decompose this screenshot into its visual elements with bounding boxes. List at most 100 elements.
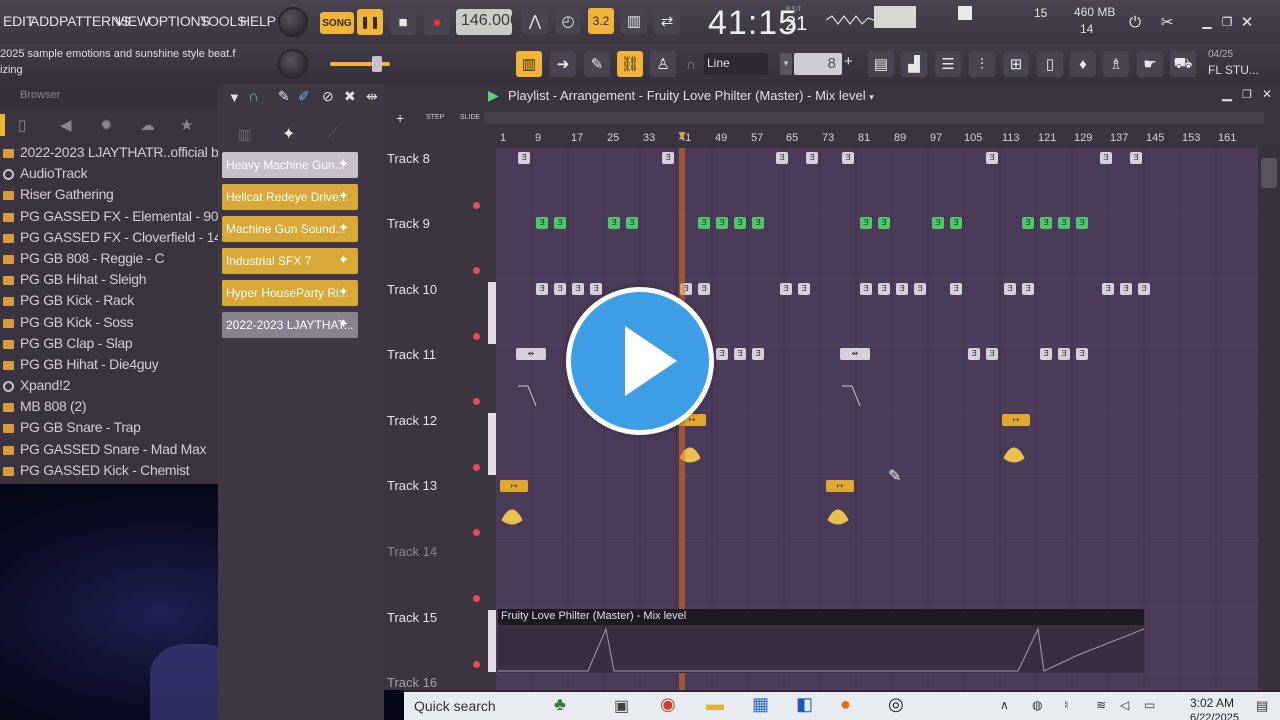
- plugin-button[interactable]: ♦: [1070, 51, 1096, 77]
- track-record-dot[interactable]: [473, 267, 480, 274]
- stop-button[interactable]: ■: [390, 9, 416, 35]
- master-volume-knob[interactable]: [278, 7, 308, 37]
- volume-icon[interactable]: ◁: [1120, 698, 1129, 712]
- track-selector[interactable]: [488, 610, 496, 672]
- timeline-ruler[interactable]: 1 9 17 25 33 41 49 57 65 73 81 89 97 105…: [384, 128, 1280, 148]
- browser-item[interactable]: PG GB Hihat - Die4guy: [0, 356, 218, 377]
- menu-view[interactable]: VIEW: [115, 13, 150, 29]
- browser-item[interactable]: PG GB Hihat - Sleigh: [0, 271, 218, 292]
- wifi-icon[interactable]: ≋: [1096, 698, 1106, 712]
- clock-time[interactable]: 3:02 AM: [1190, 696, 1234, 710]
- clock-date[interactable]: 6/22/2025: [1190, 712, 1239, 720]
- magnet-snap-icon[interactable]: ∩: [248, 88, 259, 105]
- browser-item[interactable]: PG GASSED Snare - Mad Max: [0, 441, 218, 462]
- tray-chevron-icon[interactable]: ∧: [1000, 698, 1009, 712]
- channel-rack-button[interactable]: ☰: [935, 51, 961, 77]
- song-mode-button[interactable]: SONG: [320, 12, 354, 34]
- app-icon[interactable]: ◎: [888, 694, 904, 715]
- outlook-icon[interactable]: ◧: [796, 694, 813, 715]
- menu-help[interactable]: HELP: [240, 13, 276, 29]
- playlist-minimize-icon[interactable]: ▁: [1222, 86, 1232, 102]
- browser-item[interactable]: PG GASSED FX - Cloverfield - 142 BPM: [0, 229, 218, 250]
- draw-button[interactable]: ✎: [584, 51, 610, 77]
- track-label[interactable]: Track 15: [387, 610, 437, 625]
- track-label[interactable]: Track 10: [387, 282, 437, 297]
- piano-tab-icon[interactable]: ▥: [238, 126, 251, 143]
- pencil-tool-icon[interactable]: ✎: [278, 88, 290, 105]
- track-record-dot[interactable]: [473, 595, 480, 602]
- automation-tab-icon[interactable]: ⟋: [328, 124, 338, 141]
- browser-item[interactable]: PG GB Kick - Soss: [0, 314, 218, 335]
- channel-item[interactable]: Machine Gun Sound... ✦: [222, 216, 358, 242]
- snap-select[interactable]: Line: [704, 53, 768, 75]
- wait-input-button[interactable]: ◴: [555, 8, 581, 34]
- track-label[interactable]: Track 8: [387, 151, 430, 166]
- piano-roll-window-button[interactable]: ▟: [901, 51, 927, 77]
- chrome-icon[interactable]: ◉: [660, 694, 676, 715]
- browser-item[interactable]: PG GASSED Kick - Chemist: [0, 462, 218, 483]
- link-button[interactable]: ⛓: [617, 51, 643, 77]
- microphone-icon[interactable]: ♮: [1064, 698, 1068, 712]
- task-view-icon[interactable]: ▣: [614, 696, 629, 716]
- track-label[interactable]: Track 11: [387, 347, 436, 362]
- channel-item[interactable]: Hyper HouseParty Ri... ✦: [222, 280, 358, 306]
- step-edit-button[interactable]: 3.2: [588, 8, 614, 34]
- browser-item[interactable]: MB 808 (2): [0, 398, 218, 419]
- audio-tab-icon[interactable]: ✦: [282, 124, 295, 144]
- browser-item[interactable]: PG GB 808 - Reggie - C: [0, 250, 218, 271]
- track-label[interactable]: Track 13: [387, 478, 437, 493]
- fl-studio-icon[interactable]: ●: [840, 694, 851, 715]
- overview-scrollbar[interactable]: [484, 112, 1264, 124]
- paint-tool-icon[interactable]: ✐: [298, 88, 310, 105]
- browser-item[interactable]: AudioTrack: [0, 165, 218, 186]
- loop-record-button[interactable]: ⇄: [654, 8, 680, 34]
- browser-item[interactable]: Xpand!2: [0, 377, 218, 398]
- power-button[interactable]: ⏻: [1122, 9, 1148, 35]
- browser-item[interactable]: PG GB Clap - Slap: [0, 335, 218, 356]
- notification-icon[interactable]: ▤: [1256, 698, 1268, 714]
- track-label[interactable]: Track 16: [387, 675, 437, 690]
- channel-item[interactable]: Industrial SFX 7 ✦: [222, 248, 358, 274]
- delete-tool-icon[interactable]: ⊘: [322, 88, 334, 105]
- channel-item[interactable]: 2022-2023 LJAYTHAT... ✦: [222, 312, 358, 338]
- record-button[interactable]: ●: [424, 9, 450, 35]
- slider-handle[interactable]: [372, 56, 382, 72]
- channel-item[interactable]: Heavy Machine Gun... ✦: [222, 152, 358, 178]
- playlist-maximize-icon[interactable]: ❐: [1242, 88, 1252, 101]
- vertical-scrollbar[interactable]: [1258, 148, 1280, 690]
- play-pattern-icon[interactable]: ▶: [488, 87, 499, 104]
- track-record-dot[interactable]: [473, 398, 480, 405]
- playlist-button[interactable]: ▤: [868, 51, 894, 77]
- track-record-dot[interactable]: [473, 464, 480, 471]
- track-record-dot[interactable]: [473, 661, 480, 668]
- all-files-icon[interactable]: ▯: [18, 116, 26, 134]
- track-label[interactable]: Track 9: [387, 216, 430, 231]
- slip-tool-icon[interactable]: ⇹: [366, 88, 378, 105]
- close-button[interactable]: ✕: [1234, 9, 1260, 35]
- store-icon[interactable]: ▦: [752, 694, 769, 715]
- track-selector[interactable]: [488, 282, 496, 344]
- browser-item[interactable]: PG GASSED FX - Elemental - 90 BPM: [0, 208, 218, 229]
- shop-button[interactable]: ⛟: [1170, 51, 1196, 77]
- project-button[interactable]: ▯: [1037, 51, 1063, 77]
- playhead-marker-icon[interactable]: ▼: [676, 128, 688, 142]
- arrow-next-button[interactable]: ➜: [550, 51, 576, 77]
- star-icon[interactable]: ★: [180, 116, 193, 134]
- cut-tool-button[interactable]: ✂: [1154, 9, 1180, 35]
- cloud-icon[interactable]: ☁: [140, 116, 155, 134]
- stamp-button[interactable]: ♙: [650, 51, 676, 77]
- video-play-button[interactable]: [566, 287, 714, 435]
- typing-keyboard-button[interactable]: ▥: [621, 8, 647, 34]
- browser-item[interactable]: PG GB Snare - Trap: [0, 419, 218, 440]
- master-pitch-knob[interactable]: [278, 49, 308, 79]
- add-track-button[interactable]: +: [396, 110, 404, 126]
- channel-item[interactable]: Hellcat Redeye Drive... ✦: [222, 184, 358, 210]
- back-icon[interactable]: ◀: [60, 116, 72, 134]
- metronome-button[interactable]: ⋀: [522, 8, 548, 34]
- browser-toggle-button[interactable]: ⊞: [1003, 51, 1029, 77]
- track-record-dot[interactable]: [473, 529, 480, 536]
- battery-icon[interactable]: ▭: [1144, 698, 1155, 712]
- track-record-dot[interactable]: [473, 202, 480, 209]
- step-value-field[interactable]: 8: [794, 53, 842, 75]
- pause-button[interactable]: ❚❚: [357, 9, 383, 35]
